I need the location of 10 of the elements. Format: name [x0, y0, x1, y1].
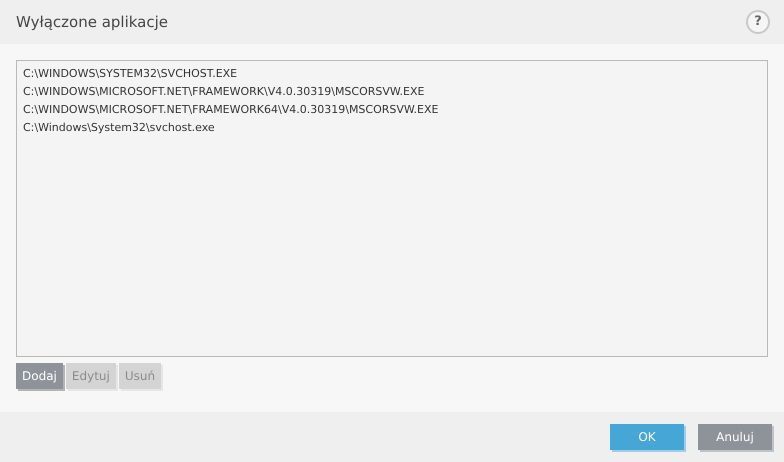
list-item[interactable]: C:\WINDOWS\SYSTEM32\SVCHOST.EXE [23, 65, 238, 83]
list-item[interactable]: C:\WINDOWS\MICROSOFT.NET\FRAMEWORK64\V4.0.30319\MSCORSVW.EXE [23, 101, 438, 119]
cancel-button[interactable]: Anuluj [698, 424, 772, 450]
list-item[interactable]: C:\WINDOWS\MICROSOFT.NET\FRAMEWORK\V4.0.30319\MSCORSVW.EXE [23, 83, 424, 101]
window-title: Wyłączone aplikacje [16, 12, 168, 33]
list-item[interactable]: C:\Windows\System32\svchost.exe [23, 119, 215, 137]
application-list[interactable]: C:\WINDOWS\SYSTEM32\SVCHOST.EXE C:\WINDOWS\MICROSOFT.NET\FRAMEWORK\V4.0.30319\MSCORSVW.EXE C:\WINDOWS\MICROSOFT.NET\FRAMEWORK64\V4.0.30319\MSCORSVW.EXE C:\Windows\System32\svchost.exe [16, 60, 768, 357]
help-button[interactable]: ? [746, 10, 770, 34]
ok-button[interactable]: OK [610, 424, 684, 450]
list-action-button[interactable]: Dodaj [16, 363, 63, 389]
